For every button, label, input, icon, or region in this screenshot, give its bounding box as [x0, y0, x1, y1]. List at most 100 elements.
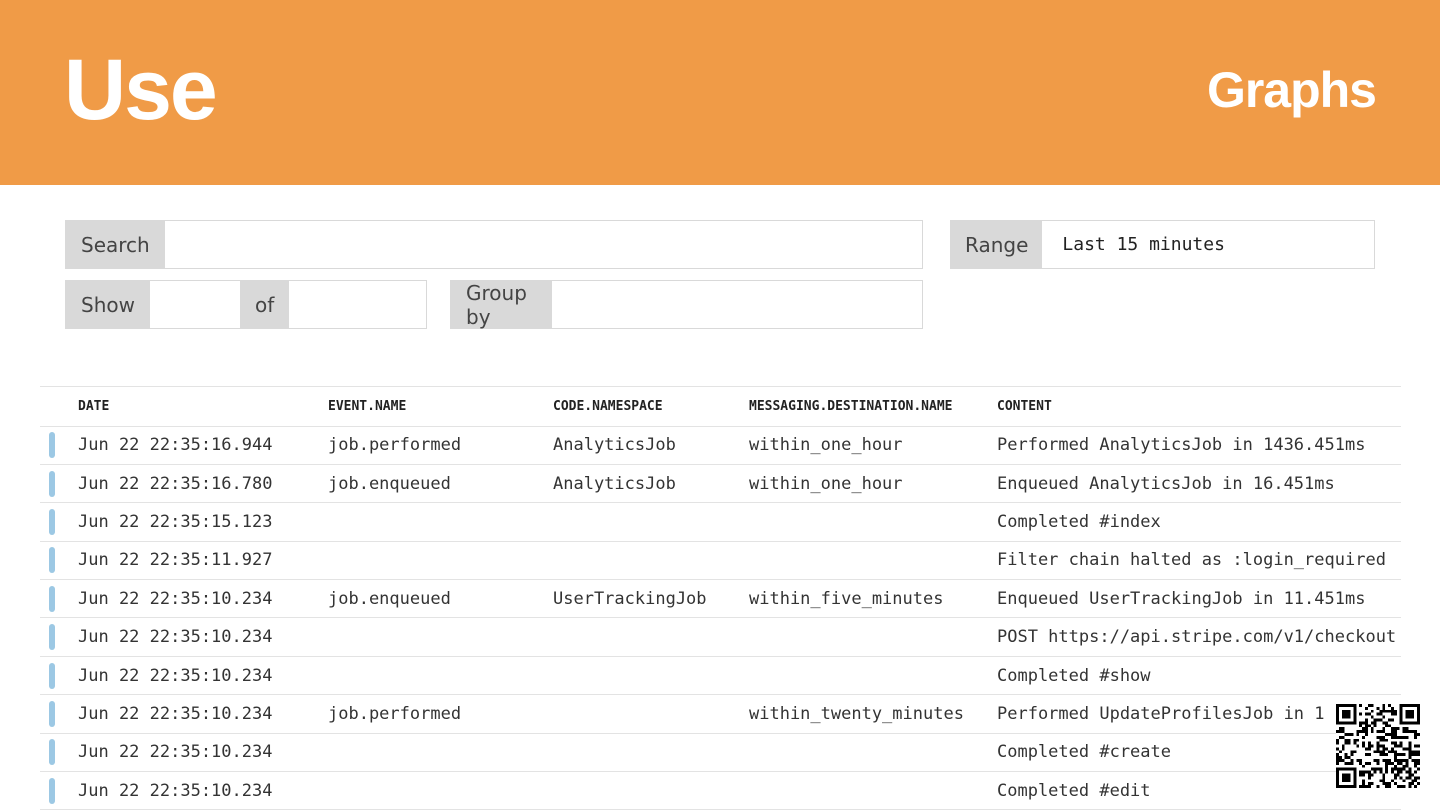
table-row[interactable]: Jun 22 22:35:16.780 job.enqueued Analytics… [40, 464, 1401, 504]
column-header-code-namespace[interactable]: CODE.NAMESPACE [553, 387, 749, 427]
row-indicator [40, 426, 78, 465]
show-field: Show of [65, 280, 427, 329]
cell-messaging-destination [749, 733, 997, 773]
cell-event-name: job.performed [328, 694, 553, 734]
severity-indicator [49, 739, 55, 766]
of-label: of [239, 281, 290, 328]
cell-code-namespace: AnalyticsJob [553, 426, 749, 465]
cell-content: POST https://api.stripe.com/v1/checkout [997, 617, 1401, 657]
cell-code-namespace: AnalyticsJob [553, 464, 749, 504]
table-row[interactable]: Jun 22 22:35:10.234 job.performed within_t… [40, 694, 1401, 734]
cell-event-name [328, 771, 553, 810]
cell-messaging-destination [749, 541, 997, 581]
range-label: Range [951, 221, 1043, 268]
cell-messaging-destination: within_one_hour [749, 464, 997, 504]
table-row[interactable]: Jun 22 22:35:10.234 Completed #show [40, 656, 1401, 696]
column-header-date[interactable]: DATE [78, 387, 328, 427]
cell-event-name: job.enqueued [328, 579, 553, 619]
cell-event-name [328, 541, 553, 581]
table-header-row: DATE EVENT.NAME CODE.NAMESPACE MESSAGING… [40, 387, 1401, 427]
show-input[interactable] [149, 281, 240, 328]
severity-indicator [49, 624, 55, 651]
cell-code-namespace [553, 502, 749, 542]
cell-event-name [328, 733, 553, 773]
cell-content: Filter chain halted as :login_required [997, 541, 1401, 581]
row-indicator [40, 464, 78, 504]
column-header-content[interactable]: CONTENT [997, 387, 1401, 427]
table-body: Jun 22 22:35:16.944 job.performed Analytic… [40, 426, 1401, 810]
search-input[interactable] [164, 221, 922, 268]
cell-event-name: job.enqueued [328, 464, 553, 504]
cell-messaging-destination [749, 617, 997, 657]
cell-code-namespace [553, 733, 749, 773]
row-indicator [40, 541, 78, 581]
cell-messaging-destination [749, 502, 997, 542]
table-row[interactable]: Jun 22 22:35:10.234 Completed #edit [40, 771, 1401, 810]
row-indicator [40, 733, 78, 773]
group-by-field: Group by [450, 280, 923, 329]
cell-messaging-destination: within_twenty_minutes [749, 694, 997, 734]
severity-indicator [49, 432, 55, 459]
page-subtitle: Graphs [1206, 62, 1377, 118]
table-row[interactable]: Jun 22 22:35:10.234 POST https://api.stri… [40, 617, 1401, 657]
cell-code-namespace [553, 656, 749, 696]
cell-date: Jun 22 22:35:16.944 [78, 426, 328, 465]
column-header-event-name[interactable]: EVENT.NAME [328, 387, 553, 427]
table-row[interactable]: Jun 22 22:35:10.234 Completed #create [40, 733, 1401, 773]
range-field: Range Last 15 minutes [950, 220, 1375, 269]
cell-date: Jun 22 22:35:15.123 [78, 502, 328, 542]
page-title: Use [64, 42, 218, 138]
severity-indicator [49, 547, 55, 574]
severity-indicator [49, 585, 55, 612]
indicator-column-header [40, 387, 78, 427]
table-row[interactable]: Jun 22 22:35:10.234 job.enqueued UserTrack… [40, 579, 1401, 619]
cell-content: Enqueued AnalyticsJob in 16.451ms [997, 464, 1401, 504]
table-row[interactable]: Jun 22 22:35:16.944 job.performed Analytic… [40, 426, 1401, 465]
column-header-messaging-destination[interactable]: MESSAGING.DESTINATION.NAME [749, 387, 997, 427]
qr-code-icon [1336, 704, 1420, 788]
cell-content: Completed #index [997, 502, 1401, 542]
log-table: DATE EVENT.NAME CODE.NAMESPACE MESSAGING… [40, 386, 1401, 810]
cell-date: Jun 22 22:35:10.234 [78, 579, 328, 619]
group-by-input[interactable] [552, 281, 922, 328]
of-input[interactable] [289, 281, 426, 328]
search-label: Search [66, 221, 165, 268]
cell-date: Jun 22 22:35:10.234 [78, 656, 328, 696]
severity-indicator [49, 508, 55, 535]
row-indicator [40, 617, 78, 657]
severity-indicator [49, 662, 55, 689]
cell-messaging-destination [749, 656, 997, 696]
search-field: Search [65, 220, 923, 269]
row-indicator [40, 656, 78, 696]
group-by-label: Group by [451, 281, 553, 329]
cell-code-namespace: UserTrackingJob [553, 579, 749, 619]
slide-header: Use Graphs [0, 0, 1440, 185]
severity-indicator [49, 777, 55, 804]
cell-content: Completed #show [997, 656, 1401, 696]
range-select[interactable]: Last 15 minutes [1042, 221, 1374, 268]
cell-date: Jun 22 22:35:16.780 [78, 464, 328, 504]
show-label: Show [66, 281, 150, 328]
cell-content: Performed AnalyticsJob in 1436.451ms [997, 426, 1401, 465]
cell-event-name [328, 502, 553, 542]
cell-event-name [328, 656, 553, 696]
table-row[interactable]: Jun 22 22:35:15.123 Completed #index [40, 502, 1401, 542]
row-indicator [40, 771, 78, 810]
severity-indicator [49, 700, 55, 727]
cell-messaging-destination: within_five_minutes [749, 579, 997, 619]
cell-event-name: job.performed [328, 426, 553, 465]
cell-code-namespace [553, 541, 749, 581]
row-indicator [40, 579, 78, 619]
cell-event-name [328, 617, 553, 657]
cell-date: Jun 22 22:35:10.234 [78, 771, 328, 810]
cell-date: Jun 22 22:35:10.234 [78, 617, 328, 657]
cell-date: Jun 22 22:35:10.234 [78, 694, 328, 734]
row-indicator [40, 694, 78, 734]
row-indicator [40, 502, 78, 542]
cell-messaging-destination [749, 771, 997, 810]
table-row[interactable]: Jun 22 22:35:11.927 Filter chain halted a… [40, 541, 1401, 581]
cell-date: Jun 22 22:35:10.234 [78, 733, 328, 773]
cell-code-namespace [553, 617, 749, 657]
cell-messaging-destination: within_one_hour [749, 426, 997, 465]
cell-code-namespace [553, 771, 749, 810]
